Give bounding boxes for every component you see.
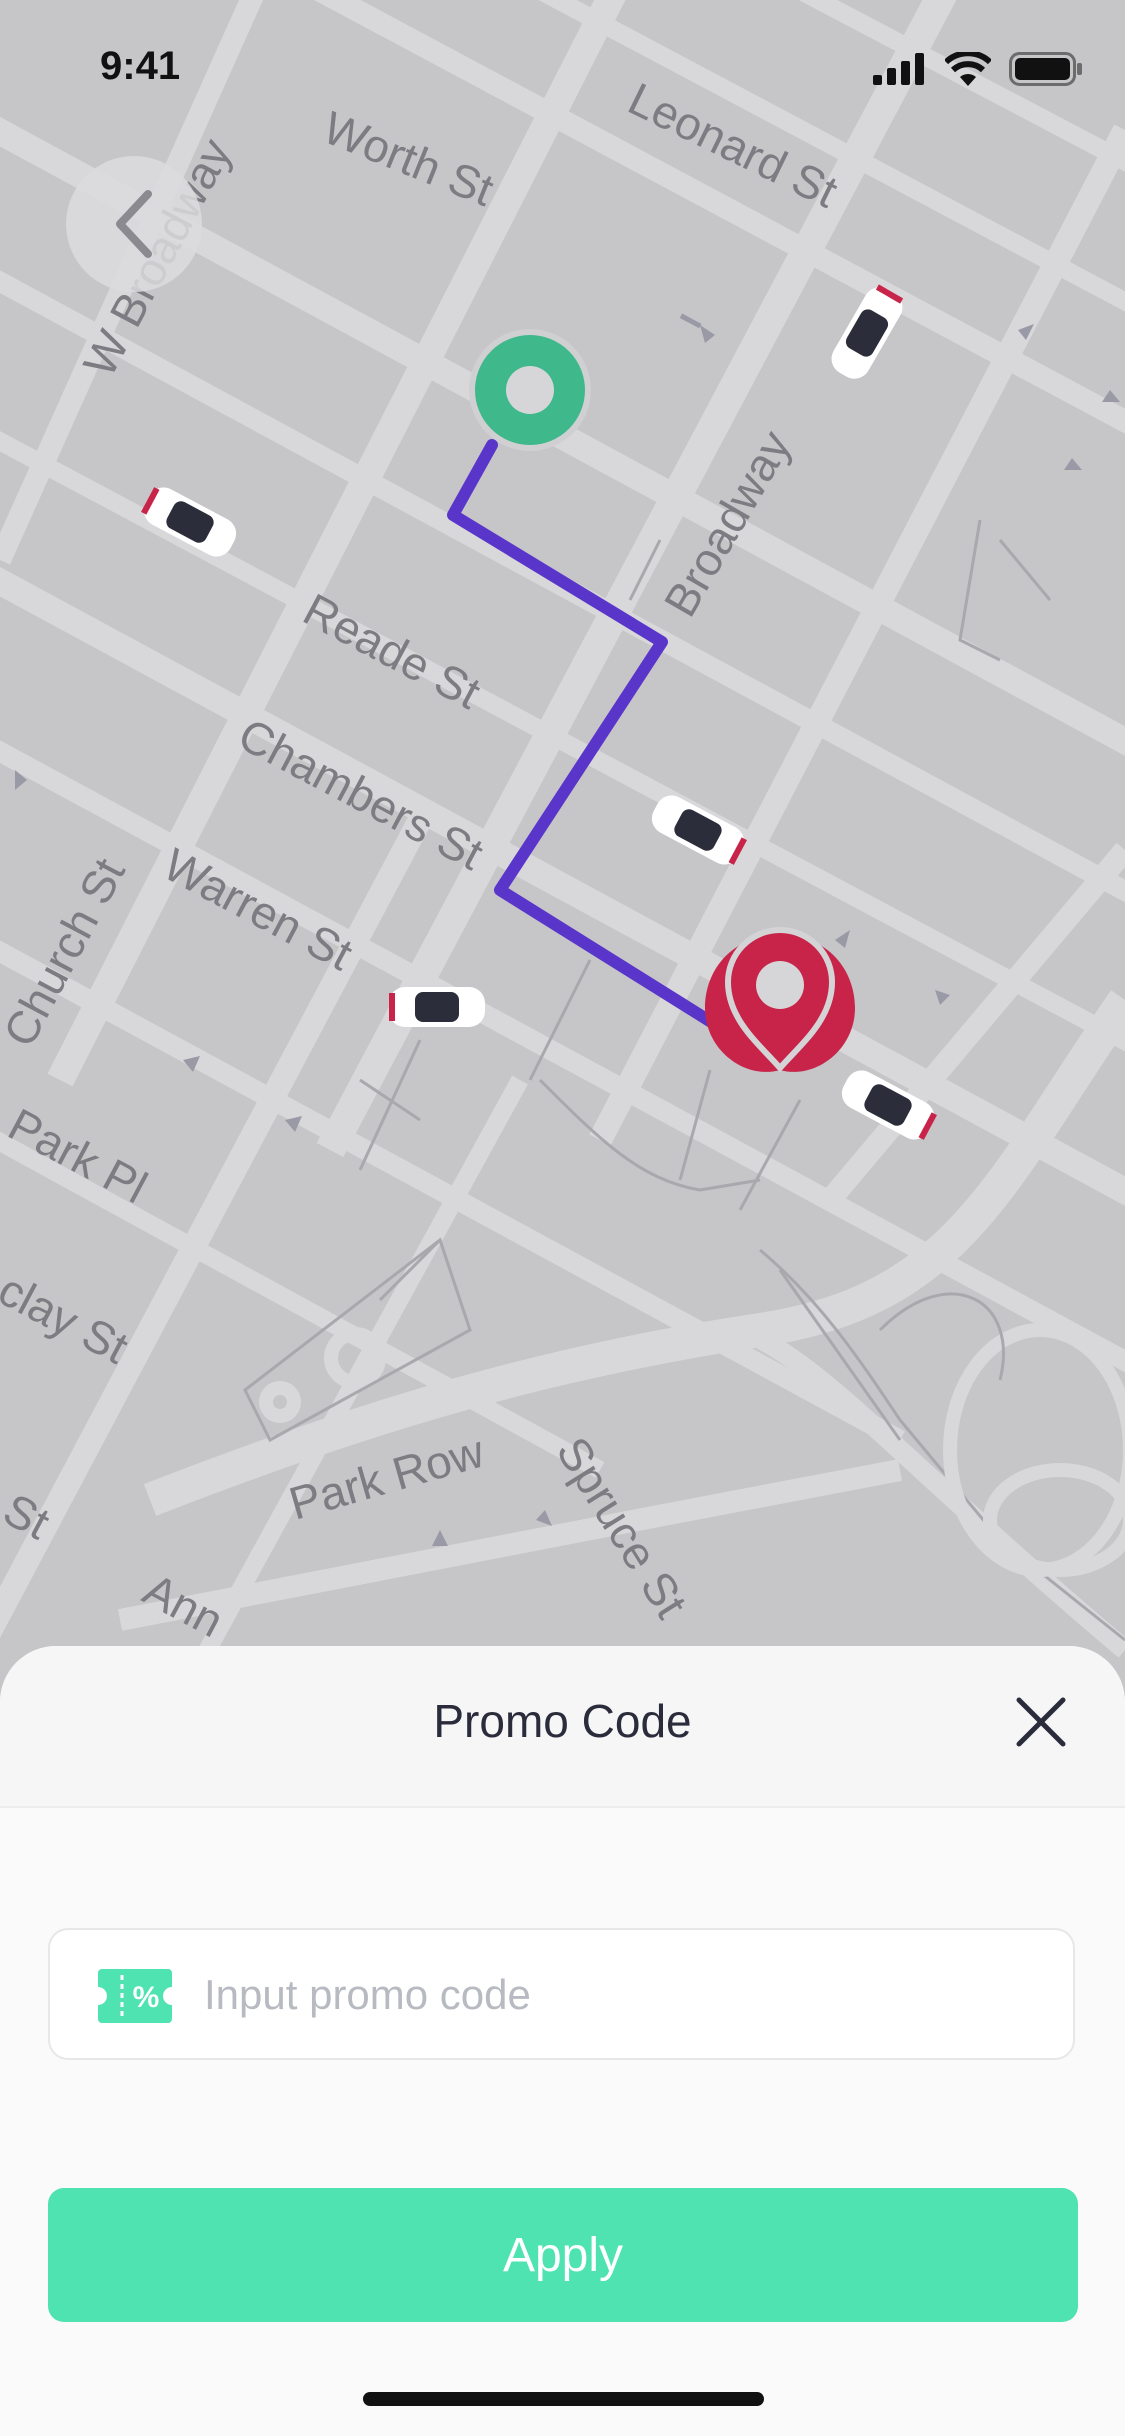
sheet-title: Promo Code [433, 1695, 692, 1747]
status-icons [873, 52, 1083, 86]
home-indicator[interactable] [363, 2392, 764, 2406]
sheet-header: Promo Code [0, 1646, 1125, 1808]
signal-icon [873, 53, 924, 85]
back-chevron-icon [116, 190, 152, 258]
car-icon [389, 987, 485, 1027]
ticket-percent-icon: % [98, 1969, 172, 2023]
apply-button[interactable]: Apply [48, 2188, 1078, 2322]
svg-text:%: % [133, 1981, 160, 2014]
wifi-icon [945, 52, 991, 86]
promo-code-sheet: Promo Code % Apply [0, 1646, 1125, 2436]
promo-code-input[interactable] [202, 1930, 1046, 2060]
battery-icon [1009, 52, 1082, 86]
promo-code-field[interactable]: % [48, 1928, 1075, 2060]
back-button[interactable] [66, 156, 202, 292]
close-icon [1016, 1697, 1066, 1747]
status-time: 9:41 [100, 44, 181, 88]
status-bar: 9:41 [0, 0, 1125, 140]
close-button[interactable] [1005, 1686, 1077, 1758]
origin-pin-icon [469, 329, 591, 451]
